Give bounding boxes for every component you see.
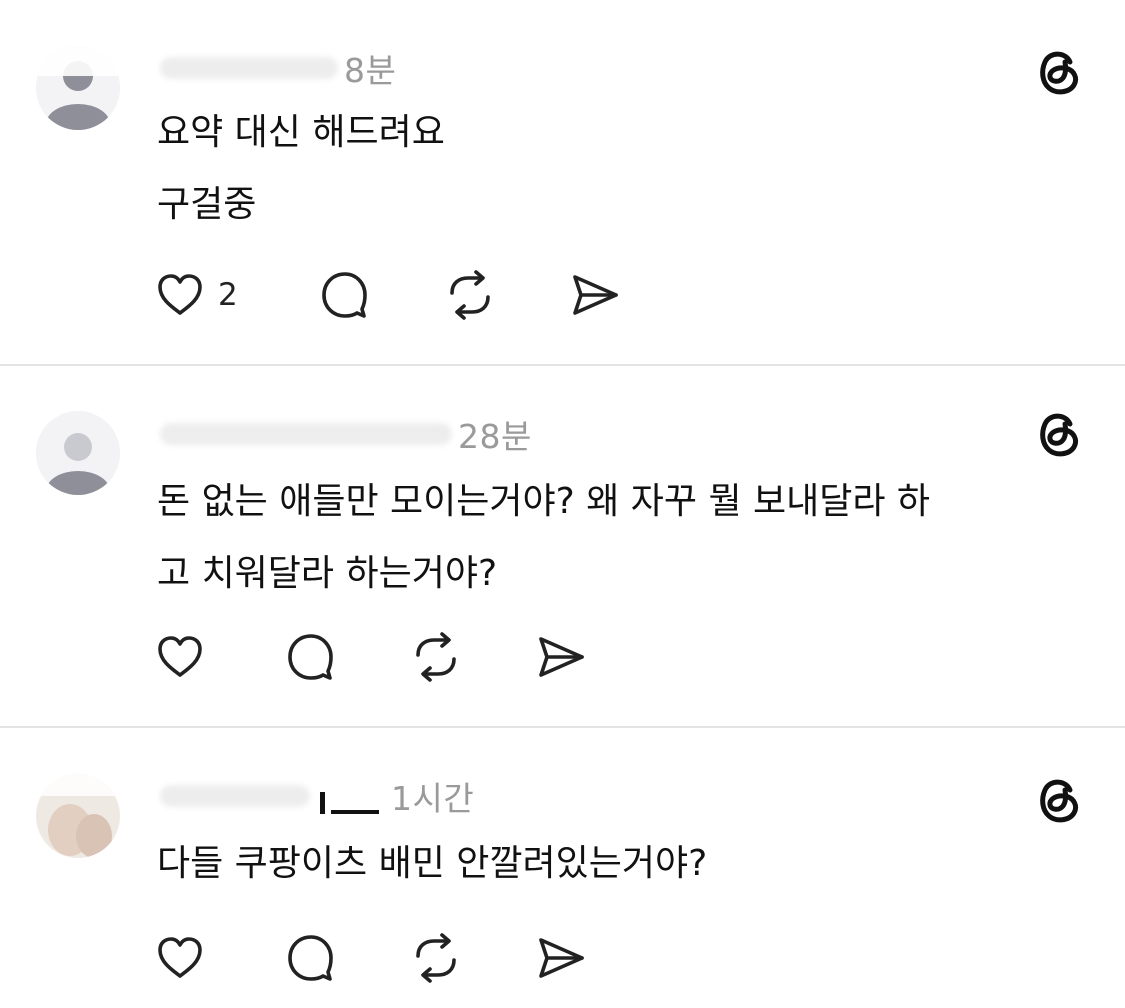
username-redacted[interactable] <box>160 423 452 445</box>
post-meta: 1시간 <box>160 774 474 818</box>
username-redacted[interactable] <box>160 785 310 807</box>
post-meta: 8분 <box>160 46 396 90</box>
heart-icon <box>158 636 202 677</box>
username-underscore-line <box>331 810 379 814</box>
share-button[interactable] <box>568 267 622 323</box>
post-body: 돈 없는 애들만 모이는거야? 왜 자꾸 뭘 보내달라 하 고 치워달라 하는거… <box>157 481 931 594</box>
repost-button[interactable] <box>442 267 498 323</box>
avatar[interactable] <box>36 774 120 858</box>
default-avatar-icon <box>36 46 120 130</box>
reply-button[interactable] <box>284 629 336 685</box>
post-2: 28분 돈 없는 애들만 모이는거야? 왜 자꾸 뭘 보내달라 하 고 치워달라… <box>0 366 1125 726</box>
username-redacted[interactable] <box>160 57 338 79</box>
post-1: 8분 요약 대신 해드려요 구걸중 2 <box>0 0 1125 364</box>
reply-button[interactable] <box>318 267 370 323</box>
send-icon <box>573 275 618 315</box>
timestamp: 8분 <box>344 51 397 90</box>
send-icon <box>539 637 584 677</box>
username-underscore-mark <box>320 792 325 814</box>
threads-logo-icon <box>1040 413 1079 457</box>
share-button[interactable] <box>534 629 588 685</box>
repost-icon <box>416 933 456 983</box>
post-meta: 28분 <box>160 412 532 456</box>
threads-logo-icon <box>1040 779 1079 823</box>
avatar[interactable] <box>36 411 120 495</box>
repost-icon <box>416 632 456 682</box>
comment-icon <box>288 935 333 981</box>
post-3: 1시간 다들 쿠팡이츠 배민 안깔려있는거야? <box>0 728 1125 1008</box>
heart-icon <box>158 274 202 315</box>
post-body: 요약 대신 해드려요 구걸중 <box>157 112 445 225</box>
repost-button[interactable] <box>408 930 464 986</box>
comment-icon <box>288 634 333 680</box>
profile-photo-icon <box>36 774 120 858</box>
default-avatar-icon <box>36 411 120 495</box>
avatar[interactable] <box>36 46 120 130</box>
like-button[interactable] <box>154 629 218 685</box>
timestamp: 28분 <box>458 417 532 456</box>
post-body: 다들 쿠팡이츠 배민 안깔려있는거야? <box>157 843 708 884</box>
threads-logo-icon <box>1040 51 1079 95</box>
timestamp: 1시간 <box>391 779 475 818</box>
heart-icon <box>158 937 202 978</box>
like-button[interactable]: 2 <box>154 267 238 323</box>
comment-icon <box>322 272 367 318</box>
share-button[interactable] <box>534 930 588 986</box>
like-count: 2 <box>218 277 238 313</box>
send-icon <box>539 938 584 978</box>
repost-icon <box>450 270 490 320</box>
repost-button[interactable] <box>408 629 464 685</box>
like-button[interactable] <box>154 930 218 986</box>
reply-button[interactable] <box>284 930 336 986</box>
